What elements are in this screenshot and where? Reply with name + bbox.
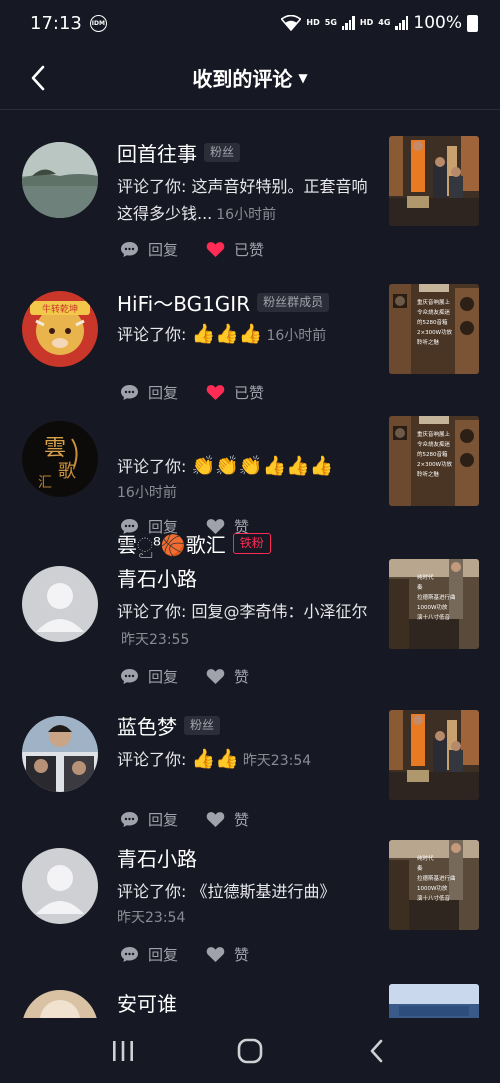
list-item[interactable]: 回首往事 粉丝 评论了你: 这声音好特别。正套音响这得多少钱... 16小时前 回… xyxy=(0,110,500,270)
user-badge: 粉丝群成员 xyxy=(257,293,330,312)
reply-button[interactable]: 回复 xyxy=(120,239,178,260)
svg-text:牛转乾坤: 牛转乾坤 xyxy=(42,303,78,315)
network-label-1: 5G xyxy=(324,18,337,27)
comment-time: 16小时前 xyxy=(266,328,327,344)
heart-icon xyxy=(206,242,225,257)
comment-time: 16小时前 xyxy=(117,485,177,501)
idm-icon: IDM xyxy=(89,14,107,32)
like-button[interactable]: 已赞 xyxy=(206,382,264,403)
video-thumbnail[interactable]: 纯时代奏拉德斯基进行曲 1000W功放 演十八寸低音 xyxy=(389,559,479,649)
comment-time: 昨天23:55 xyxy=(121,632,190,648)
username[interactable]: 安可谁 xyxy=(117,988,177,1017)
avatar[interactable] xyxy=(22,990,98,1018)
system-nav-bar xyxy=(0,1018,500,1083)
video-thumbnail[interactable]: 重庆音响展上 令众烧友痴迷 的5280音箱 2×300W功放 聆听之魅 xyxy=(389,284,479,374)
caret-down-icon: ▼ xyxy=(298,70,308,85)
comment-text[interactable]: 评论了你: 👍👍 昨天23:54 xyxy=(117,746,372,775)
thumbnail-caption: 重庆音响展上 令众烧友痴迷 的5280音箱 2×300W功放 聆听之魅 xyxy=(417,432,453,478)
list-item[interactable]: 青石小路 评论了你: 回复@李奇伟：小泽征尔昨天23:55 回复 赞 纯时代 奏… xyxy=(0,543,500,693)
username[interactable]: 青石小路 xyxy=(117,843,197,872)
user-badge: 粉丝 xyxy=(184,716,221,735)
like-button[interactable]: 赞 xyxy=(206,944,249,965)
status-time: 17:13 xyxy=(30,12,82,34)
svg-text:汇: 汇 xyxy=(38,475,52,491)
list-item[interactable]: 安可谁 xyxy=(0,976,500,1018)
comment-bubble-icon xyxy=(121,947,138,962)
comment-bubble-icon xyxy=(121,669,138,684)
comment-time: 16小时前 xyxy=(216,207,277,223)
video-thumbnail[interactable]: 纯时代奏拉德斯基进行曲 1000W功放 演十八寸低音 xyxy=(389,840,479,930)
title-dropdown[interactable]: 收到的评论 ▼ xyxy=(192,63,307,92)
page-title: 收到的评论 xyxy=(192,67,293,91)
back-button[interactable] xyxy=(20,60,56,96)
comment-bubble-icon xyxy=(121,385,138,400)
header: 收到的评论 ▼ xyxy=(0,46,500,110)
video-thumbnail[interactable] xyxy=(389,710,479,800)
heart-icon xyxy=(206,669,225,684)
like-button[interactable]: 已赞 xyxy=(206,239,264,260)
avatar[interactable] xyxy=(22,716,98,792)
comment-text[interactable]: 评论了你: 👍👍👍 16小时前 xyxy=(117,321,372,350)
username[interactable]: 蓝色梦 xyxy=(117,711,177,740)
thumbnail-caption: 纯时代奏拉德斯基进行曲 1000W功放 演十八寸低音 xyxy=(417,856,456,902)
username[interactable]: 青石小路 xyxy=(117,563,197,592)
like-button[interactable]: 赞 xyxy=(206,516,249,537)
list-item[interactable]: 牛转乾坤 HiFi～BG1GIR 粉丝群成员 评论了你: 👍👍👍 16小时前 回复… xyxy=(0,270,500,403)
hd-label-2: HD xyxy=(359,18,374,27)
comment-text[interactable]: 评论了你: 这声音好特别。正套音响这得多少钱... 16小时前 xyxy=(117,173,372,229)
avatar[interactable] xyxy=(22,848,98,924)
comment-time: 昨天23:54 xyxy=(242,753,312,769)
video-thumbnail[interactable] xyxy=(389,984,479,1018)
reply-button[interactable]: 回复 xyxy=(120,666,178,687)
heart-icon xyxy=(206,947,225,962)
comment-text[interactable]: 评论了你: 回复@李奇伟：小泽征尔昨天23:55 xyxy=(117,598,372,654)
signal-icon-1 xyxy=(341,16,355,30)
comment-bubble-icon xyxy=(121,519,138,534)
recent-apps-icon xyxy=(113,1040,134,1061)
like-button[interactable]: 赞 xyxy=(206,666,249,687)
reply-button[interactable]: 回复 xyxy=(120,516,178,537)
list-item[interactable]: 蓝色梦 粉丝 评论了你: 👍👍 昨天23:54 回复 赞 xyxy=(0,693,500,829)
comment-text[interactable]: 评论了你: 《拉德斯基进行曲》 昨天23:54 xyxy=(117,878,372,932)
thumbnail-caption: 重庆音响展上 令众烧友痴迷 的5280音箱 2×300W功放 聆听之魅 xyxy=(417,300,453,346)
recent-apps-button[interactable] xyxy=(103,1031,143,1071)
heart-icon xyxy=(206,385,225,400)
video-thumbnail[interactable] xyxy=(389,136,479,226)
svg-text:歌: 歌 xyxy=(58,461,76,482)
heart-icon xyxy=(206,519,225,534)
signal-icon-2 xyxy=(395,16,409,30)
comment-time: 昨天23:54 xyxy=(117,910,186,926)
avatar[interactable]: 雲 歌 汇 xyxy=(22,421,98,497)
home-icon xyxy=(237,1038,263,1063)
username[interactable]: 回首往事 xyxy=(117,138,197,167)
wifi-icon xyxy=(281,15,302,31)
avatar[interactable] xyxy=(22,142,98,218)
thumbnail-caption: 纯时代奏拉德斯基进行曲 1000W功放 演十八寸低音 xyxy=(417,575,456,621)
battery-percent: 100% xyxy=(413,13,462,33)
status-bar: 17:13 IDM HD 5G HD 4G 100% xyxy=(0,0,500,46)
comment-bubble-icon xyxy=(121,242,138,257)
comment-list[interactable]: 回首往事 粉丝 评论了你: 这声音好特别。正套音响这得多少钱... 16小时前 回… xyxy=(0,110,500,1018)
back-arrow-icon xyxy=(31,65,45,91)
username[interactable]: HiFi～BG1GIR xyxy=(117,288,250,317)
chevron-left-icon xyxy=(370,1039,382,1062)
network-label-2: 4G xyxy=(378,18,391,27)
reply-button[interactable]: 回复 xyxy=(120,382,178,403)
comment-text[interactable]: 评论了你: 👏👏👏👍👍👍 16小时前 xyxy=(117,453,372,507)
list-item[interactable]: 青石小路 评论了你: 《拉德斯基进行曲》 昨天23:54 回复 赞 纯时代 奏 … xyxy=(0,826,500,976)
status-indicators: HD 5G HD 4G 100% xyxy=(281,13,478,33)
system-back-button[interactable] xyxy=(357,1031,397,1071)
avatar[interactable]: 牛转乾坤 xyxy=(22,291,98,367)
user-badge: 粉丝 xyxy=(204,143,241,162)
svg-text:雲: 雲 xyxy=(44,436,66,461)
home-button[interactable] xyxy=(230,1031,270,1071)
avatar[interactable] xyxy=(22,566,98,642)
battery-icon xyxy=(467,14,478,32)
hd-label-1: HD xyxy=(306,18,320,27)
reply-button[interactable]: 回复 xyxy=(120,944,178,965)
video-thumbnail[interactable]: 重庆音响展上 令众烧友痴迷 的5280音箱 2×300W功放 聆听之魅 xyxy=(389,416,479,506)
